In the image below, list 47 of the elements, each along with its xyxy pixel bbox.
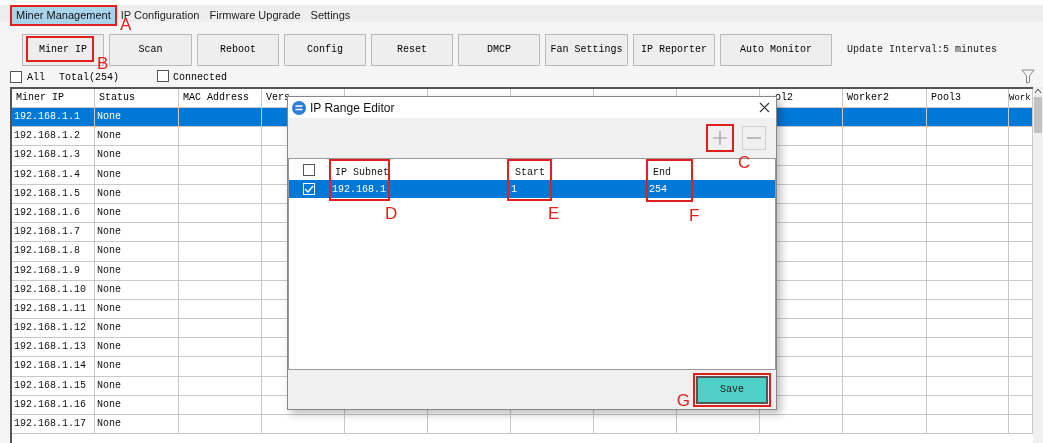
table-cell: None [95,280,179,299]
table-cell-text: 1 [510,182,518,197]
table-cell: None [95,127,179,146]
table-cell: None [95,395,179,414]
annotation-label: C [738,154,751,171]
table-cell: 192.168.1.8 [12,242,95,261]
table-cell: None [95,299,179,319]
table-cell: 192.168.1.6 [12,203,95,223]
table-cell: None [95,146,179,165]
table-cell: None [95,338,179,357]
table-cell: 192.168.1.11 [12,299,95,319]
table-cell: 192.168.1.13 [12,338,95,357]
table-cell-text: 192.168.1 [331,182,387,197]
table-cell: 192.168.1.3 [12,146,95,165]
checkbox-label: All [27,70,45,85]
annotation-label: F [689,207,700,224]
update-interval: Update Interval:5 minutes [847,43,998,57]
table-cell: 192.168.1.14 [12,357,95,376]
annotation-label: D [385,205,398,222]
table-cell: None [95,223,179,242]
table-cell: 192.168.1.2 [12,127,95,146]
annotation-label: E [548,205,560,222]
table-cell: None [95,203,179,223]
table-cell: 192.168.1.4 [12,165,95,184]
table-cell: None [95,415,179,434]
table-cell-text: 254 [648,182,668,197]
table-cell: 192.168.1.9 [12,261,95,280]
table-cell: 192.168.1.17 [12,415,95,434]
table-cell: 192.168.1.5 [12,184,95,203]
annotation-label: G [676,392,690,409]
table-cell: None [95,376,179,395]
table-cell: 192.168.1.7 [12,223,95,242]
table-cell: None [95,357,179,376]
table-cell: None [95,165,179,184]
total-count: Total(254) [59,70,120,85]
checkbox-label: Connected [173,70,228,85]
table-cell: 192.168.1.10 [12,280,95,299]
table-cell: None [95,108,179,127]
table-cell: None [95,184,179,203]
table-cell: 192.168.1.16 [12,395,95,414]
table-cell: 192.168.1.1 [12,108,95,127]
table-cell: None [95,242,179,261]
table-cell: 192.168.1.15 [12,376,95,395]
table-cell: None [95,261,179,280]
table-cell: None [95,319,179,338]
dialog-title: IP Range Editor [310,99,395,117]
table-cell: 192.168.1.12 [12,319,95,338]
